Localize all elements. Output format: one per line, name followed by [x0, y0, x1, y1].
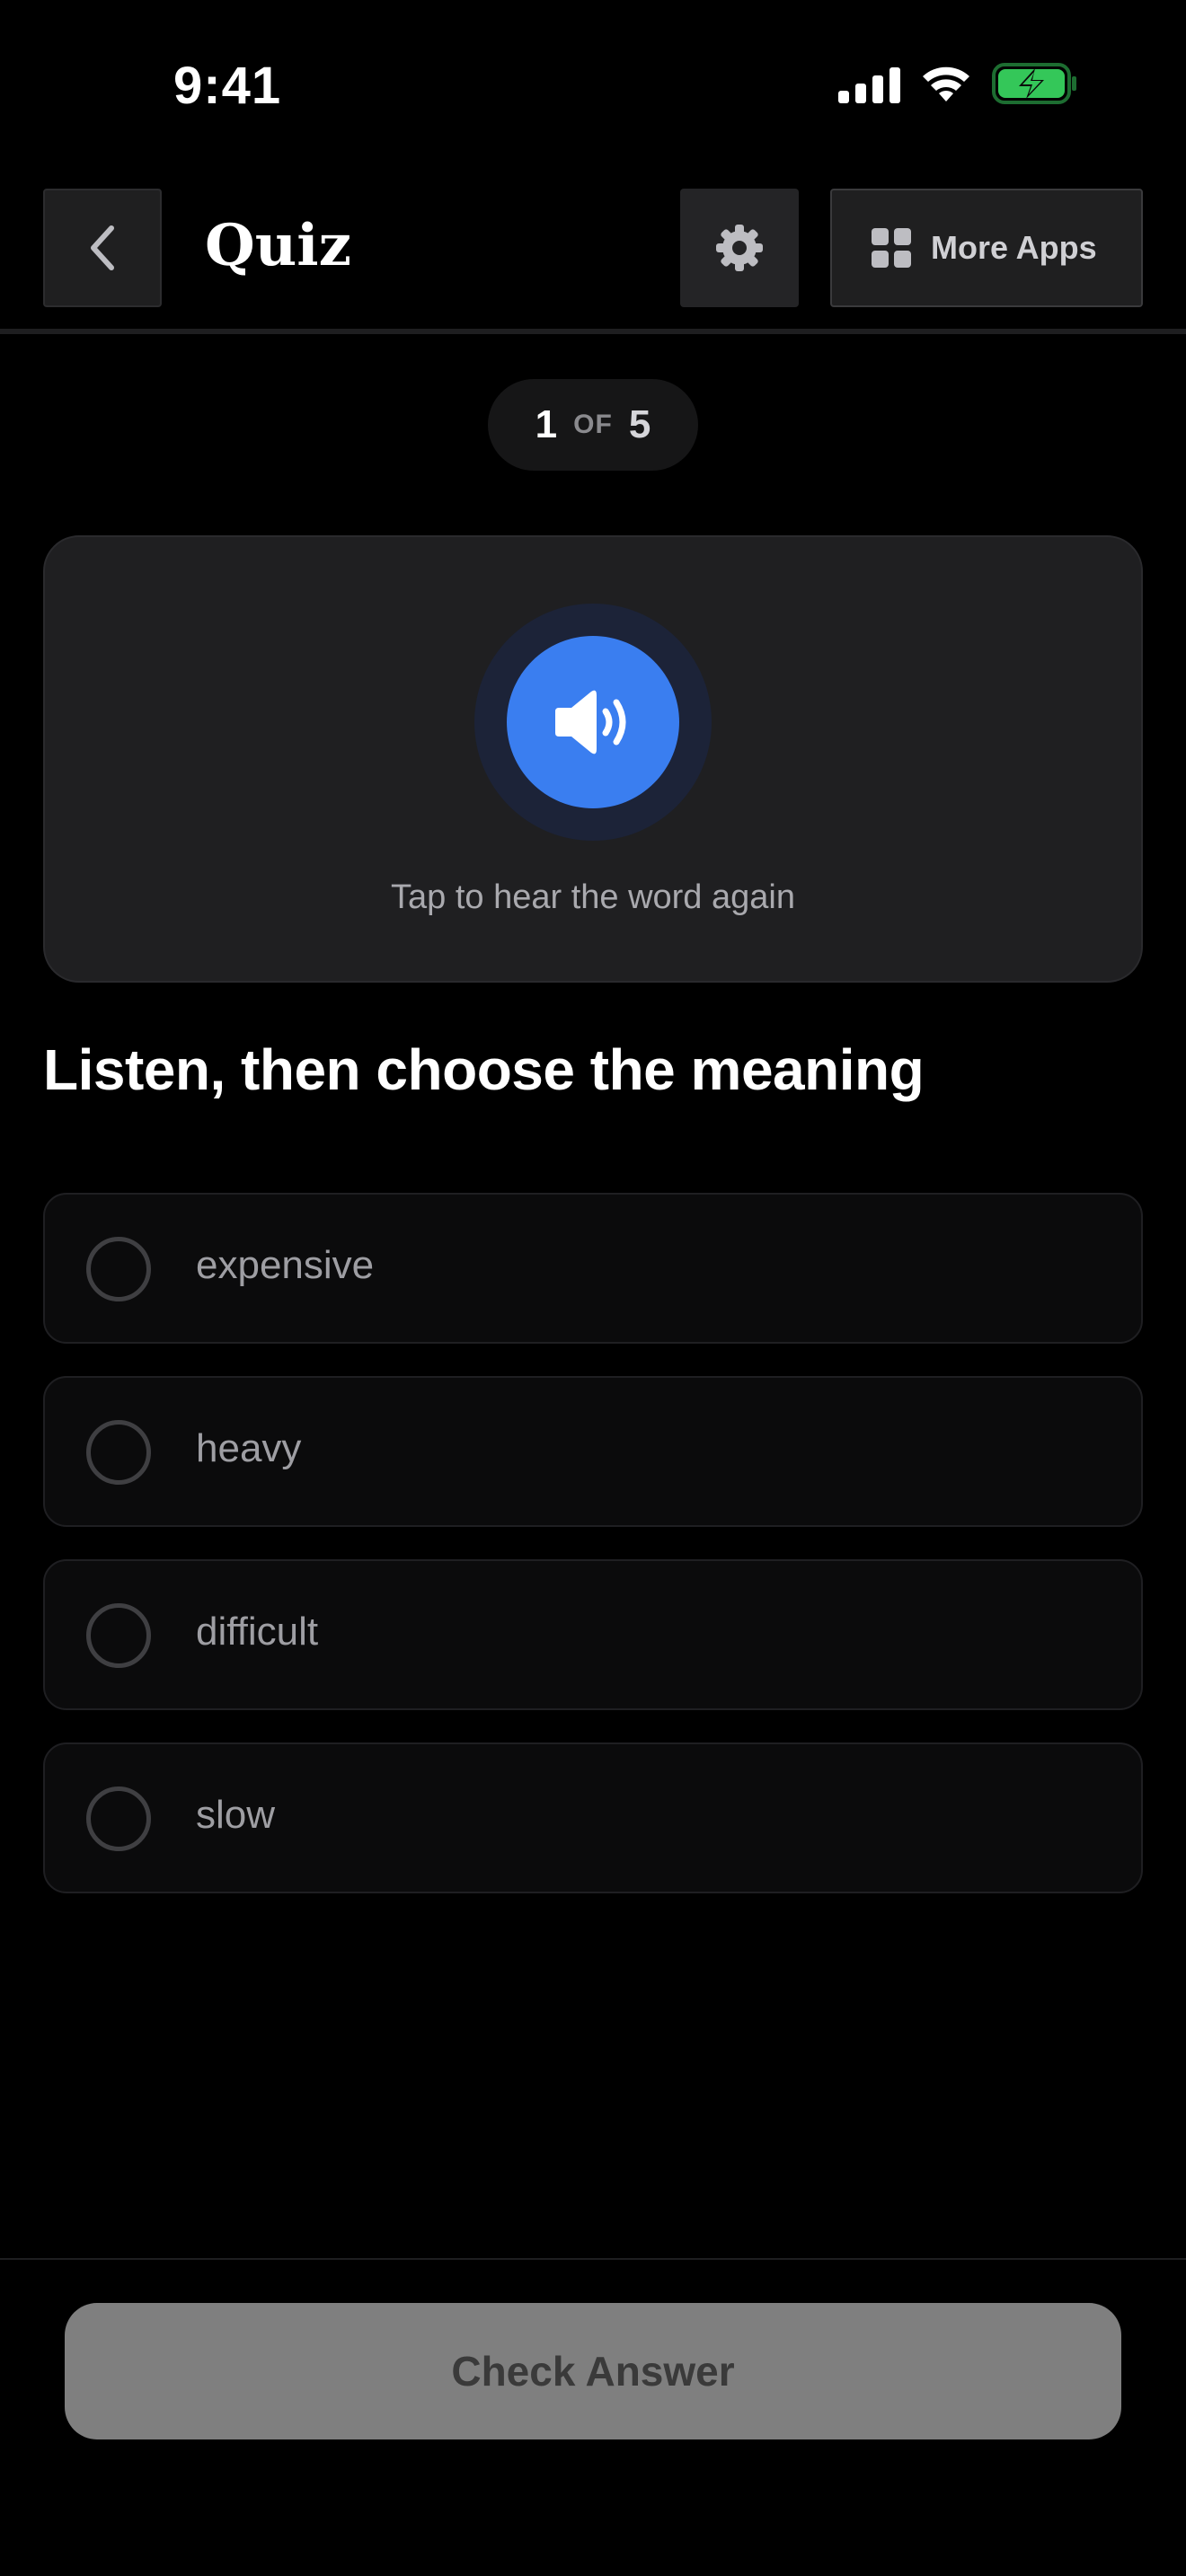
top-nav: Quiz More Apps — [0, 189, 1186, 307]
page-title: Quiz — [205, 212, 351, 279]
radio-icon — [86, 1603, 151, 1668]
play-audio-ring — [474, 604, 712, 841]
answer-option[interactable]: difficult — [43, 1559, 1143, 1710]
status-icons — [838, 63, 1078, 104]
more-apps-button[interactable]: More Apps — [830, 189, 1143, 307]
answer-option[interactable]: heavy — [43, 1376, 1143, 1527]
answer-option-label: expensive — [196, 1243, 375, 1287]
status-time: 9:41 — [173, 57, 282, 115]
progress-total: 5 — [628, 402, 651, 446]
gear-icon — [716, 225, 763, 271]
more-apps-label: More Apps — [931, 229, 1097, 266]
check-answer-button[interactable]: Check Answer — [65, 2303, 1121, 2439]
progress-indicator: 1 OF 5 — [488, 379, 698, 471]
radio-icon — [86, 1786, 151, 1851]
battery-charging-icon — [992, 63, 1076, 104]
grid-icon — [872, 228, 911, 268]
question-title: Listen, then choose the meaning — [43, 1037, 925, 1102]
wifi-icon — [923, 66, 969, 101]
signal-icon — [838, 64, 900, 103]
quiz-screen: 9:41 Quiz More Apps 1 OF 5 Tap to hear t… — [0, 0, 1186, 2576]
answer-option-label: slow — [196, 1793, 276, 1837]
progress-current: 1 — [535, 402, 558, 446]
audio-card: Tap to hear the word again — [43, 535, 1143, 983]
radio-icon — [86, 1420, 151, 1485]
status-bar: 9:41 — [0, 0, 1186, 171]
header-divider — [0, 329, 1186, 334]
answer-options: expensive heavy difficult slow — [43, 1193, 1143, 1926]
play-audio-button[interactable] — [507, 636, 679, 808]
footer-divider — [0, 2258, 1186, 2260]
audio-hint: Tap to hear the word again — [391, 878, 795, 916]
progress-separator: OF — [573, 410, 613, 439]
answer-option-label: heavy — [196, 1426, 302, 1470]
back-button[interactable] — [43, 189, 162, 307]
answer-option[interactable]: slow — [43, 1742, 1143, 1893]
answer-option-label: difficult — [196, 1610, 319, 1654]
chevron-left-icon — [91, 225, 114, 270]
radio-icon — [86, 1237, 151, 1301]
settings-button[interactable] — [680, 189, 799, 307]
answer-option[interactable]: expensive — [43, 1193, 1143, 1344]
speaker-icon — [555, 690, 626, 754]
